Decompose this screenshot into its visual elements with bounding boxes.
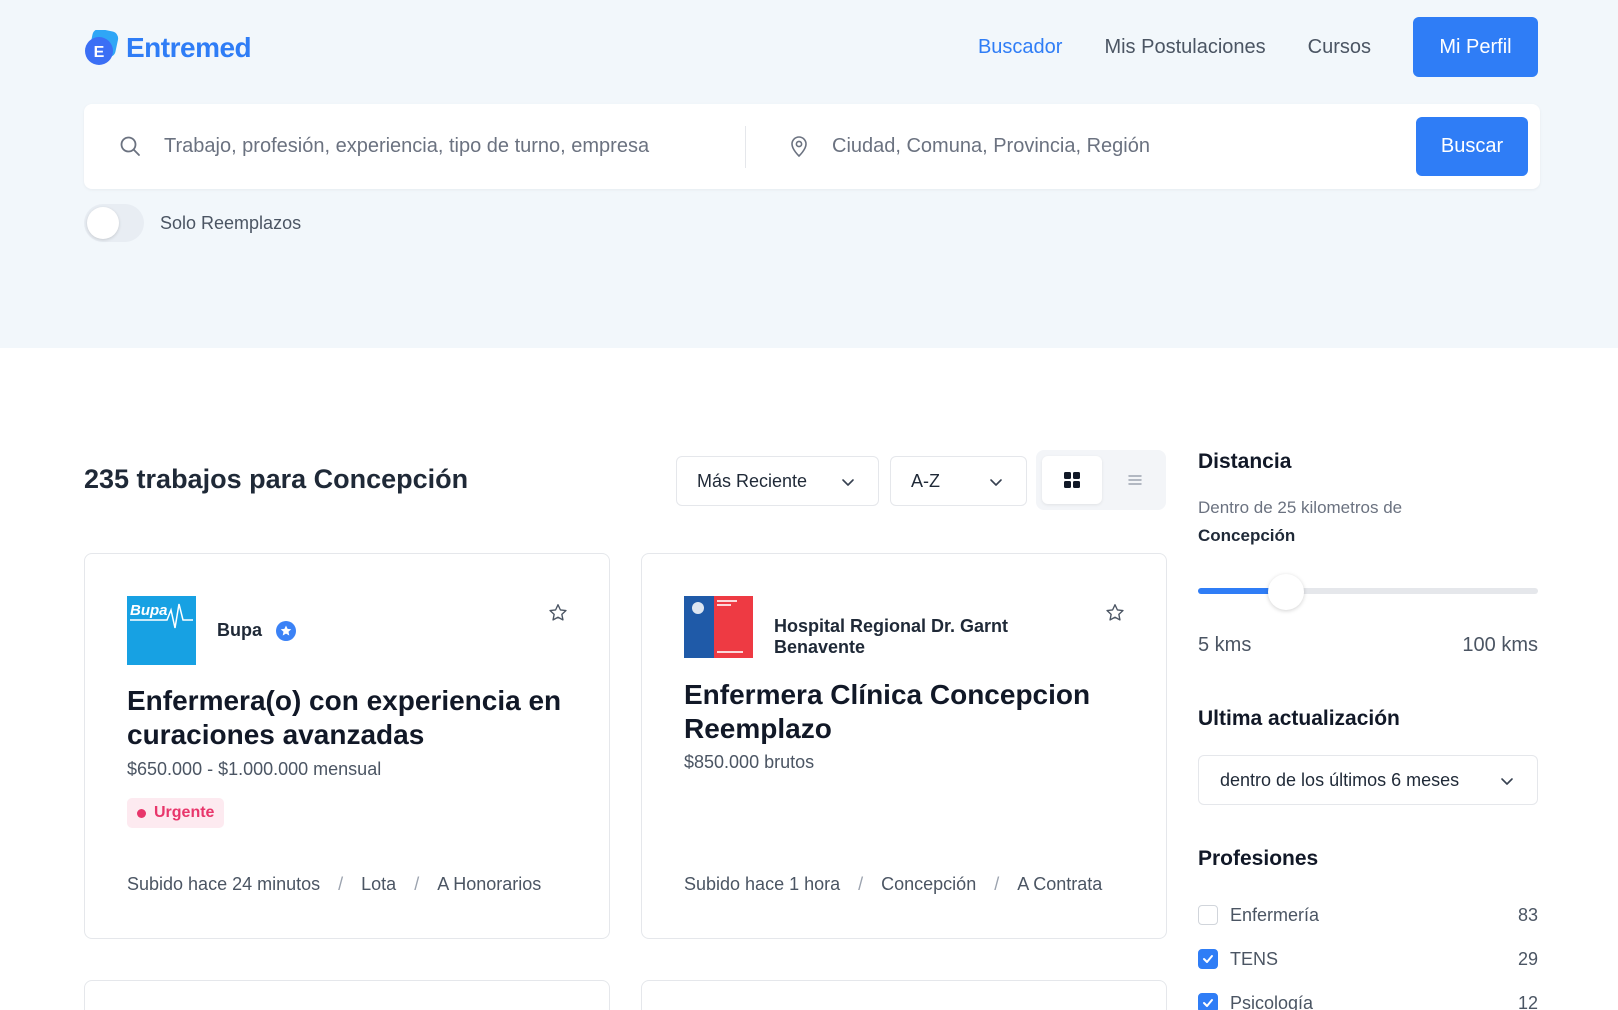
distance-text: Dentro de 25 kilometros de — [1198, 498, 1403, 517]
favorite-star-icon[interactable] — [547, 602, 569, 624]
view-toggle — [1036, 450, 1166, 510]
meta-separator: / — [994, 874, 1000, 894]
check-icon — [1203, 955, 1213, 963]
profession-item[interactable]: Enfermería 83 — [1198, 893, 1538, 937]
search-icon — [120, 136, 140, 156]
job-meta: Subido hace 24 minutos / Lota / A Honora… — [127, 874, 541, 895]
favorite-star-icon[interactable] — [1104, 602, 1126, 624]
job-title[interactable]: Enfermera Clínica Concepcion Reemplazo — [684, 678, 1134, 746]
job-card[interactable]: Bupa Bupa Enfermera(o) con experiencia e… — [84, 553, 610, 939]
meta-separator: / — [414, 874, 420, 894]
job-meta: Subido hace 1 hora / Concepción / A Cont… — [684, 874, 1102, 895]
replacements-label: Solo Reemplazos — [160, 212, 302, 233]
slider-thumb[interactable] — [1268, 574, 1305, 610]
company-name: Bupa — [217, 620, 297, 642]
company-logo-bupa: Bupa — [127, 596, 196, 665]
profession-item[interactable]: Psicología 12 — [1198, 981, 1538, 1010]
profession-label: TENS — [1230, 948, 1279, 969]
company-name: Hospital Regional Dr. Garnt Benavente — [774, 616, 1009, 657]
order-select[interactable]: A-Z — [890, 456, 1027, 506]
distance-slider[interactable] — [1198, 574, 1538, 610]
range-max: 100 kms — [1462, 634, 1538, 656]
update-select[interactable]: dentro de los últimos 6 meses — [1198, 755, 1538, 805]
brand-logo[interactable]: E Entremed — [84, 28, 252, 66]
nav-link-buscador[interactable]: Buscador — [978, 36, 1063, 59]
toggle-knob — [87, 207, 119, 239]
results-city: Concepción — [313, 464, 469, 494]
profession-label: Enfermería — [1230, 904, 1320, 925]
distance-city: Concepción — [1198, 526, 1296, 545]
job-salary: $850.000 brutos — [684, 752, 815, 772]
meta-separator: / — [858, 874, 864, 894]
verified-badge-icon — [276, 621, 297, 642]
job-title[interactable]: Enfermera(o) con experiencia en curacion… — [127, 684, 577, 752]
profession-count: 83 — [1517, 904, 1538, 925]
list-view-button[interactable] — [1120, 464, 1150, 496]
update-title: Ultima actualización — [1198, 707, 1400, 730]
job-salary: $650.000 - $1.000.000 mensual — [127, 759, 382, 779]
search-divider — [745, 126, 746, 168]
checkbox[interactable] — [1198, 949, 1218, 969]
distance-title: Distancia — [1198, 450, 1292, 473]
profession-label: Psicología — [1230, 992, 1314, 1010]
meta-separator: / — [338, 874, 344, 894]
range-min: 5 kms — [1198, 634, 1252, 656]
job-posted: Subido hace 1 hora — [684, 874, 841, 894]
results-count: 235 trabajos para — [84, 464, 307, 494]
update-select-value: dentro de los últimos 6 meses — [1220, 769, 1460, 790]
search-bar: Buscar — [84, 104, 1540, 189]
sort-select-value: Más Reciente — [697, 470, 808, 491]
company-name-text: Bupa — [217, 620, 262, 640]
chevron-down-icon — [990, 479, 1002, 486]
entremed-logo-icon: E — [84, 28, 120, 66]
top-nav: Buscador Mis Postulaciones Cursos Mi Per… — [978, 17, 1538, 77]
checkbox[interactable] — [1198, 993, 1218, 1010]
chevron-down-icon — [1501, 778, 1513, 785]
job-contract: A Contrata — [1017, 874, 1103, 894]
job-card[interactable]: Hospital Regional Dr. Garnt Benavente En… — [641, 553, 1167, 939]
profile-button[interactable]: Mi Perfil — [1413, 17, 1538, 77]
profession-count: 29 — [1517, 948, 1538, 969]
logo-letter: E — [94, 44, 105, 61]
check-icon — [1203, 999, 1213, 1007]
profession-item[interactable]: TENS 29 — [1198, 937, 1538, 981]
grid-view-button[interactable] — [1042, 456, 1102, 504]
job-posted: Subido hace 24 minutos — [127, 874, 321, 894]
grid-icon — [1064, 472, 1080, 488]
search-input[interactable] — [164, 124, 744, 168]
chevron-down-icon — [842, 479, 854, 486]
nav-link-cursos[interactable]: Cursos — [1308, 36, 1371, 59]
replacements-toggle[interactable] — [84, 204, 144, 242]
list-icon — [1128, 475, 1142, 485]
search-button[interactable]: Buscar — [1416, 117, 1528, 176]
urgent-badge: Urgente — [127, 798, 225, 828]
job-contract: A Honorarios — [437, 874, 542, 894]
badge-dot — [137, 808, 146, 818]
sort-select[interactable]: Más Reciente — [676, 456, 879, 506]
nav-link-postulaciones[interactable]: Mis Postulaciones — [1104, 36, 1265, 59]
results-heading: 235 trabajos para Concepción — [84, 464, 468, 495]
distance-range: 5 kms 100 kms — [1198, 634, 1538, 657]
badge-label: Urgente — [154, 804, 215, 821]
job-location: Lota — [361, 874, 397, 894]
company-logo-minsal — [684, 596, 753, 658]
order-select-value: A-Z — [911, 470, 940, 491]
professions-list: Enfermería 83 TENS 29 Psicología 12 — [1198, 893, 1538, 1010]
brand-name: Entremed — [126, 32, 252, 63]
checkbox[interactable] — [1198, 905, 1218, 925]
location-input[interactable] — [832, 124, 1372, 168]
bupa-logo-text: Bupa — [130, 602, 168, 619]
job-card[interactable] — [641, 980, 1167, 1010]
replacements-filter: Solo Reemplazos — [84, 204, 301, 242]
job-card[interactable] — [84, 980, 610, 1010]
location-pin-icon — [791, 136, 807, 158]
filter-sidebar: Distancia Dentro de 25 kilometros de Con… — [1198, 450, 1538, 1010]
profession-count: 12 — [1517, 992, 1538, 1010]
professions-title: Profesiones — [1198, 847, 1319, 870]
job-location: Concepción — [881, 874, 977, 894]
